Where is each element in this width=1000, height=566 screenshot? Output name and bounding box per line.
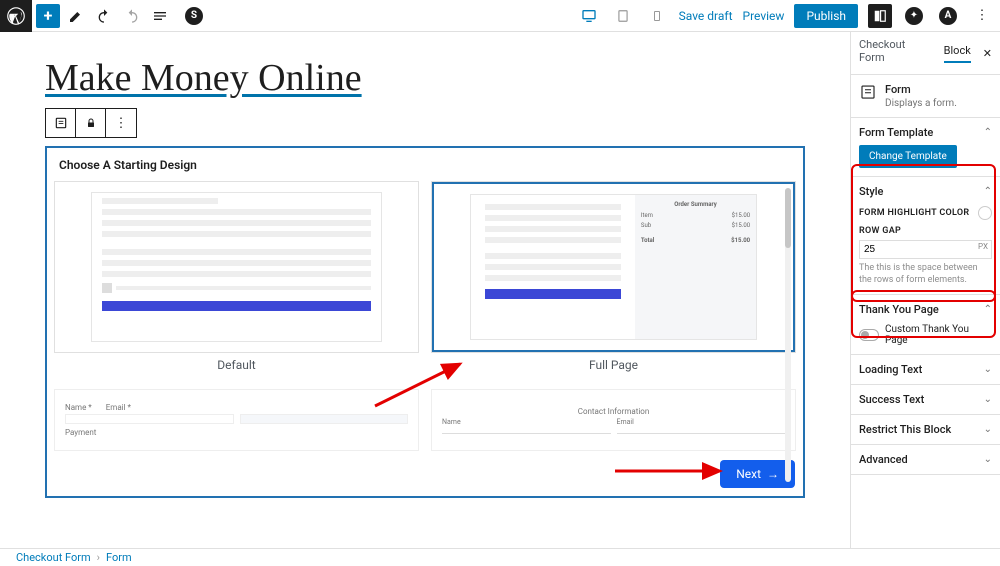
breadcrumb: Checkout Form › Form — [0, 548, 1000, 566]
breadcrumb-parent[interactable]: Checkout Form — [16, 551, 91, 564]
chevron-down-icon: ⌄ — [984, 424, 992, 435]
edit-icon[interactable] — [64, 4, 88, 28]
chevron-down-icon: ⌄ — [984, 454, 992, 465]
panel-success-text[interactable]: Success Text⌄ — [851, 385, 1000, 415]
arrow-right-icon: → — [767, 467, 779, 481]
mobile-preview-icon[interactable] — [645, 4, 669, 28]
settings-sidebar: Checkout Form Block ✕ Form Displays a fo… — [850, 32, 1000, 548]
row-gap-label: ROW GAP — [859, 226, 992, 236]
panel-form-template[interactable]: Form Template — [859, 126, 933, 139]
block-description: Displays a form. — [885, 98, 957, 109]
lock-icon[interactable] — [76, 109, 106, 137]
undo-icon[interactable] — [92, 4, 116, 28]
more-menu-icon[interactable]: ⋮ — [970, 4, 994, 28]
design-label-full-page: Full Page — [432, 358, 795, 372]
design-option-compact-2[interactable]: Contact Information NameEmail — [432, 390, 795, 450]
astra-icon[interactable]: ✦ — [902, 4, 926, 28]
chevron-down-icon: ⌄ — [984, 364, 992, 375]
block-name: Form — [885, 83, 957, 96]
panel-advanced[interactable]: Advanced⌄ — [851, 445, 1000, 475]
scrollbar-thumb[interactable] — [785, 188, 791, 248]
wordpress-logo[interactable] — [0, 0, 32, 32]
design-label-default: Default — [55, 358, 418, 372]
page-title[interactable]: Make Money Online — [45, 56, 805, 100]
row-gap-help: The this is the space between the rows o… — [859, 263, 992, 286]
preview-link[interactable]: Preview — [743, 9, 785, 23]
tab-checkout-form[interactable]: Checkout Form — [859, 38, 932, 68]
panel-restrict-block[interactable]: Restrict This Block⌄ — [851, 415, 1000, 445]
add-block-button[interactable]: + — [36, 4, 60, 28]
redo-icon[interactable] — [120, 4, 144, 28]
options-icon[interactable]: A — [936, 4, 960, 28]
panel-thank-you[interactable]: Thank You Page — [859, 303, 939, 316]
next-button[interactable]: Next→ — [720, 460, 795, 488]
block-toolbar: ⋮ — [45, 108, 137, 138]
panel-loading-text[interactable]: Loading Text⌄ — [851, 355, 1000, 385]
chevron-up-icon: ⌃ — [984, 186, 992, 197]
form-block-icon — [859, 83, 877, 104]
design-option-compact-1[interactable]: Name *Email * Payment — [55, 390, 418, 450]
highlight-color-label: FORM HIGHLIGHT COLOR — [859, 208, 969, 218]
block-more-icon[interactable]: ⋮ — [106, 109, 136, 137]
list-view-icon[interactable] — [148, 4, 172, 28]
tab-block[interactable]: Block — [944, 44, 971, 63]
row-gap-input[interactable] — [859, 240, 992, 259]
choose-design-heading: Choose A Starting Design — [55, 156, 795, 182]
highlight-color-swatch[interactable] — [978, 206, 992, 220]
form-block-selection: Choose A Starting Design — [45, 146, 805, 498]
desktop-preview-icon[interactable] — [577, 4, 601, 28]
studiocart-icon[interactable]: S — [182, 4, 206, 28]
chevron-up-icon: ⌃ — [984, 127, 992, 138]
change-template-button[interactable]: Change Template — [859, 145, 957, 168]
chevron-down-icon: ⌄ — [984, 394, 992, 405]
save-draft-link[interactable]: Save draft — [679, 9, 733, 23]
design-option-default[interactable] — [55, 182, 418, 352]
chevron-up-icon: ⌃ — [984, 304, 992, 315]
design-option-full-page[interactable]: Order Summary Item$15.00 Sub$15.00 Total… — [432, 182, 795, 352]
scrollbar-track — [785, 188, 791, 482]
settings-sidebar-toggle[interactable] — [868, 4, 892, 28]
chevron-right-icon: › — [97, 551, 100, 564]
custom-thank-you-label: Custom Thank You Page — [885, 324, 992, 346]
tablet-preview-icon[interactable] — [611, 4, 635, 28]
breadcrumb-current[interactable]: Form — [106, 551, 132, 564]
row-gap-unit: PX — [978, 242, 988, 251]
panel-style[interactable]: Style — [859, 185, 883, 198]
publish-button[interactable]: Publish — [794, 4, 858, 28]
custom-thank-you-toggle[interactable] — [859, 329, 879, 341]
block-type-icon[interactable] — [46, 109, 76, 137]
close-sidebar-icon[interactable]: ✕ — [983, 47, 992, 60]
